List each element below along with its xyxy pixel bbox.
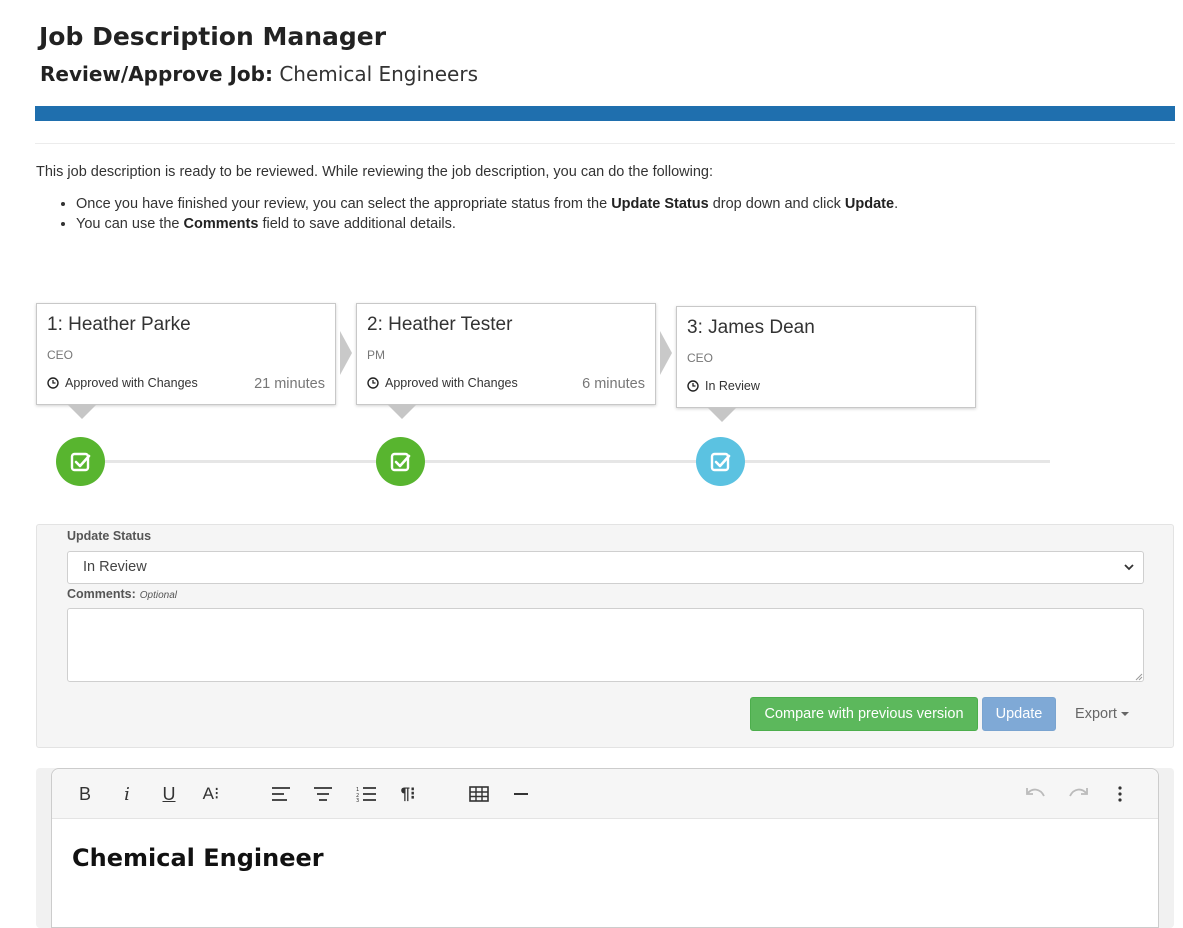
resize-handle-icon[interactable] xyxy=(1135,673,1143,681)
update-button[interactable]: Update xyxy=(982,697,1056,731)
horizontal-line-button[interactable] xyxy=(507,782,535,806)
chevron-right-icon xyxy=(340,331,352,375)
review-form-panel: Update Status In Review Comments: Optiona… xyxy=(36,524,1174,748)
align-left-icon xyxy=(272,787,290,801)
instruction-item: Once you have finished your review, you … xyxy=(76,194,898,214)
instruction-text: drop down and click xyxy=(708,196,845,212)
paragraph-format-button[interactable]: ¶⁝ xyxy=(394,782,422,806)
card-pointer xyxy=(387,404,417,419)
undo-button[interactable] xyxy=(1022,782,1050,806)
horizontal-line-icon xyxy=(514,793,528,795)
step-in-review-node xyxy=(696,437,745,486)
approver-status-text: In Review xyxy=(705,379,760,393)
instruction-text: Once you have finished your review, you … xyxy=(76,196,612,212)
redo-button[interactable] xyxy=(1064,782,1092,806)
insert-table-button[interactable] xyxy=(465,782,493,806)
card-pointer xyxy=(707,407,737,422)
approver-card: 2: Heather Tester PM Approved with Chang… xyxy=(356,303,656,419)
approver-status-text: Approved with Changes xyxy=(65,376,198,390)
approver-role: PM xyxy=(367,348,385,362)
instruction-emphasis: Update xyxy=(844,196,895,212)
instruction-item: You can use the Comments field to save a… xyxy=(76,214,898,234)
approver-role: CEO xyxy=(47,348,74,362)
clock-icon xyxy=(367,377,379,389)
approver-role: CEO xyxy=(687,351,714,365)
instruction-list: Once you have finished your review, you … xyxy=(36,194,898,234)
rich-text-editor: B i U A⁝ 123 ¶⁝ Chemical Engineer xyxy=(51,768,1159,928)
job-title: Chemical Engineers xyxy=(279,62,478,86)
optional-hint: Optional xyxy=(139,590,178,601)
update-status-select[interactable]: In Review xyxy=(67,551,1144,584)
approver-name: 1: Heather Parke xyxy=(47,314,191,335)
italic-button[interactable]: i xyxy=(113,782,141,806)
approver-status: Approved with Changes xyxy=(47,376,198,390)
undo-icon xyxy=(1026,788,1045,797)
approver-name: 2: Heather Tester xyxy=(367,314,513,335)
approver-status-text: Approved with Changes xyxy=(385,376,518,390)
ordered-list-icon: 123 xyxy=(356,787,376,802)
svg-text:3: 3 xyxy=(356,798,359,802)
compare-version-button[interactable]: Compare with previous version xyxy=(750,697,978,731)
document-heading[interactable]: Chemical Engineer xyxy=(72,844,324,872)
instruction-text: field to save additional details. xyxy=(258,216,456,232)
update-status-value: In Review xyxy=(83,559,147,575)
approver-time: 6 minutes xyxy=(582,376,645,392)
editor-toolbar: B i U A⁝ 123 ¶⁝ xyxy=(52,769,1158,819)
align-center-button[interactable] xyxy=(309,782,337,806)
align-center-icon xyxy=(314,787,332,801)
instruction-emphasis: Update Status xyxy=(611,196,709,212)
font-size-button[interactable]: A⁝ xyxy=(197,782,225,806)
page-subtitle: Review/Approve Job: Chemical Engineers xyxy=(40,62,478,86)
approver-status: In Review xyxy=(687,379,760,393)
instruction-text: You can use the xyxy=(76,216,184,232)
editor-container: B i U A⁝ 123 ¶⁝ Chemical Engineer xyxy=(36,768,1174,928)
check-square-icon xyxy=(70,452,90,471)
step-approved-node xyxy=(56,437,105,486)
comments-label: Comments: Optional xyxy=(67,587,177,601)
more-options-button[interactable] xyxy=(1106,782,1134,806)
divider xyxy=(35,143,1175,144)
export-label: Export xyxy=(1075,706,1117,722)
underline-button[interactable]: U xyxy=(155,782,183,806)
caret-down-icon xyxy=(1120,712,1129,716)
table-icon xyxy=(469,786,489,802)
approver-status: Approved with Changes xyxy=(367,376,518,390)
approver-card: 1: Heather Parke CEO Approved with Chang… xyxy=(36,303,336,419)
chevron-down-icon xyxy=(1124,564,1134,571)
bold-button[interactable]: B xyxy=(71,782,99,806)
subtitle-prefix: Review/Approve Job: xyxy=(40,62,273,86)
export-dropdown[interactable]: Export xyxy=(1067,697,1137,731)
check-square-icon xyxy=(710,452,730,471)
instruction-text: . xyxy=(894,196,899,212)
align-left-button[interactable] xyxy=(267,782,295,806)
comments-label-text: Comments: xyxy=(67,587,136,601)
ordered-list-button[interactable]: 123 xyxy=(352,782,380,806)
intro-text: This job description is ready to be revi… xyxy=(36,164,714,180)
check-square-icon xyxy=(390,452,410,471)
update-status-label: Update Status xyxy=(67,529,152,543)
step-approved-node xyxy=(376,437,425,486)
redo-icon xyxy=(1069,788,1088,797)
instruction-emphasis: Comments xyxy=(183,216,259,232)
chevron-right-icon xyxy=(660,331,672,375)
approver-time: 21 minutes xyxy=(254,376,325,392)
timeline-track xyxy=(80,460,1050,463)
card-pointer xyxy=(67,404,97,419)
approver-card: 3: James Dean CEO In Review xyxy=(676,306,976,422)
more-vertical-icon xyxy=(1118,786,1122,802)
clock-icon xyxy=(687,380,699,392)
clock-icon xyxy=(47,377,59,389)
header-bar xyxy=(35,106,1175,121)
app-title: Job Description Manager xyxy=(39,22,387,51)
approver-name: 3: James Dean xyxy=(687,317,815,338)
comments-textarea[interactable] xyxy=(67,608,1144,682)
